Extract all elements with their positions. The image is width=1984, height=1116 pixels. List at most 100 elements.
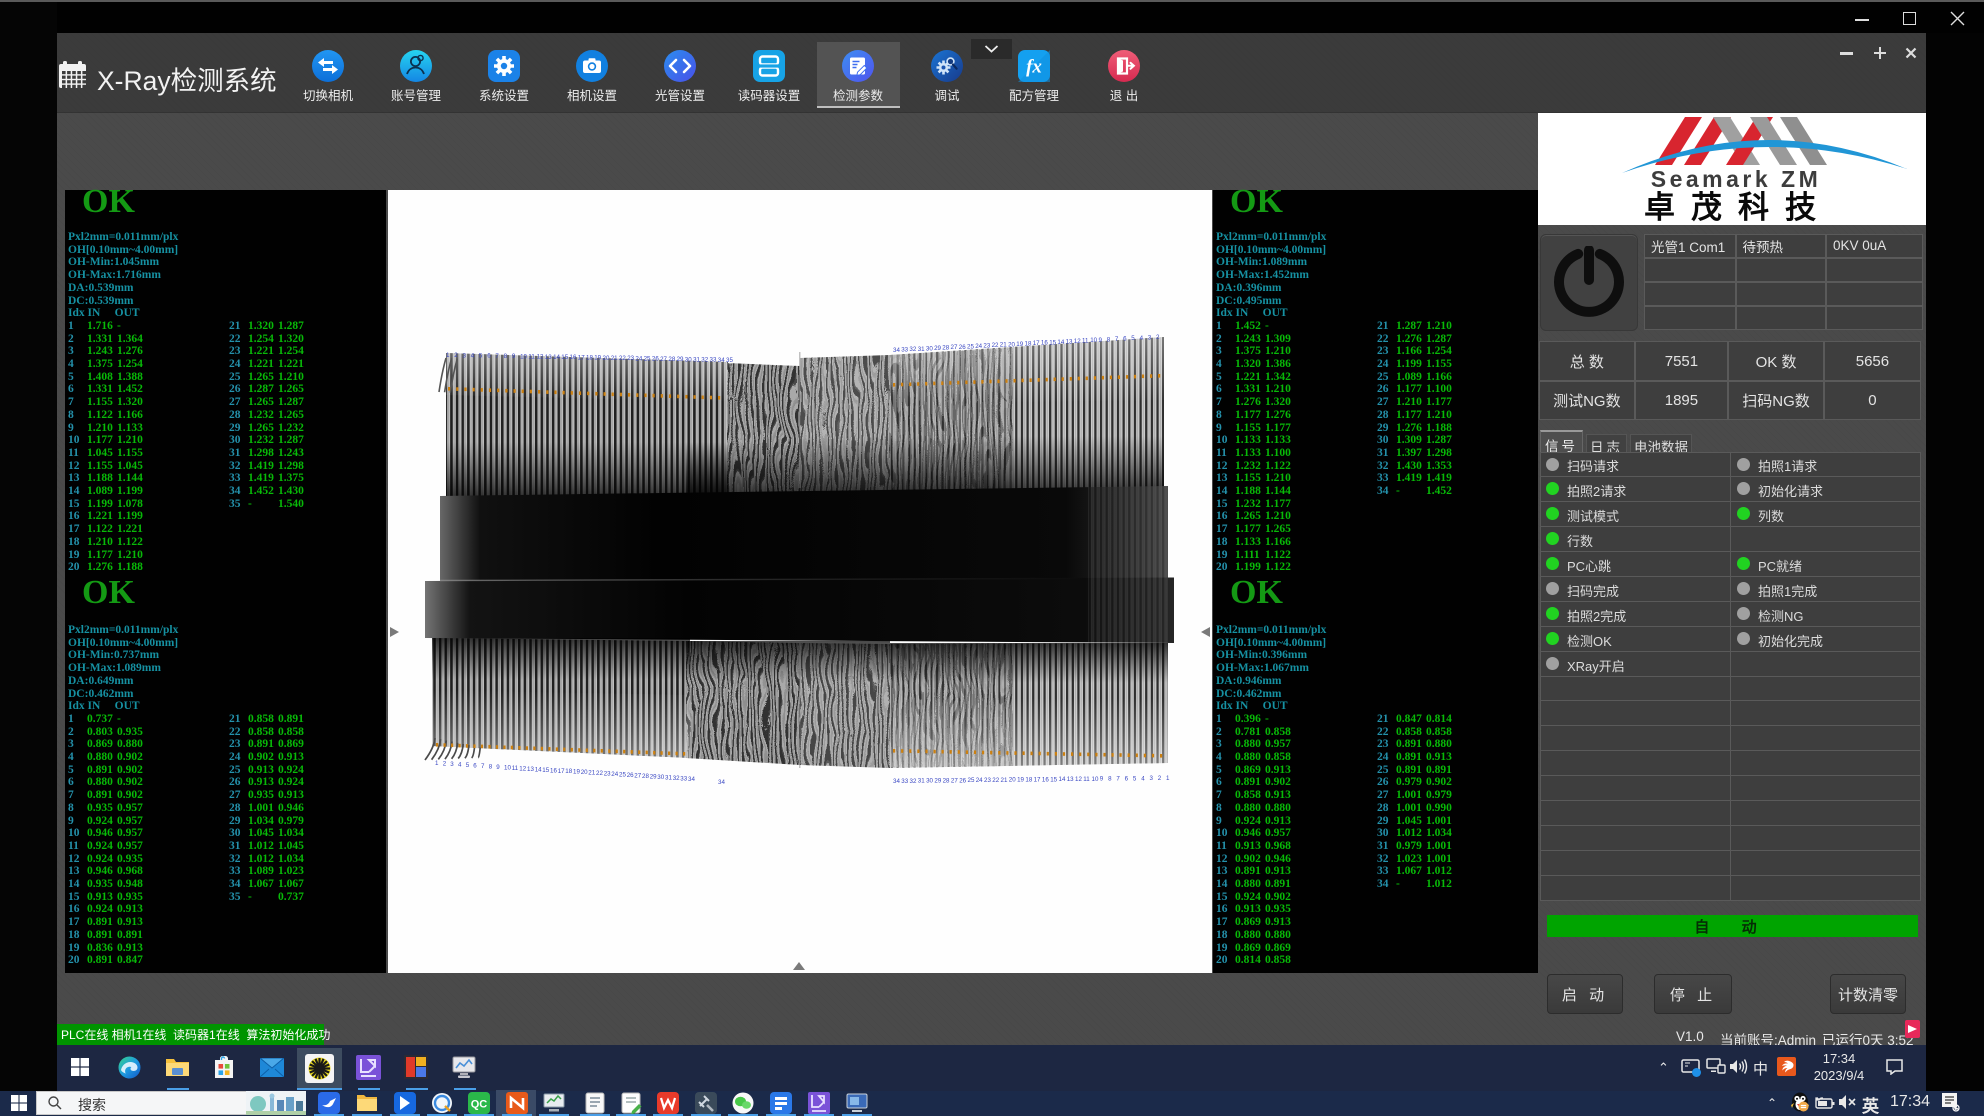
svg-text:11: 11 xyxy=(528,354,535,361)
svg-text:5: 5 xyxy=(479,353,483,360)
svg-text:2: 2 xyxy=(1156,334,1160,341)
svg-text:32: 32 xyxy=(701,357,708,364)
svg-text:13: 13 xyxy=(1067,776,1074,783)
svg-text:15: 15 xyxy=(561,354,568,361)
svg-text:16: 16 xyxy=(570,354,577,361)
svg-text:22: 22 xyxy=(596,770,603,777)
svg-text:27: 27 xyxy=(634,773,641,780)
svg-text:18: 18 xyxy=(565,768,572,775)
svg-text:33: 33 xyxy=(680,776,687,783)
svg-text:25: 25 xyxy=(967,343,974,350)
svg-text:33: 33 xyxy=(901,778,908,785)
svg-text:32: 32 xyxy=(909,346,916,353)
svg-text:9: 9 xyxy=(1100,776,1104,783)
svg-text:26: 26 xyxy=(959,777,966,784)
svg-text:8: 8 xyxy=(1108,776,1112,783)
svg-text:QC: QC xyxy=(471,1099,488,1111)
svg-text:20: 20 xyxy=(1009,777,1016,784)
svg-text:25: 25 xyxy=(644,356,651,363)
svg-text:31: 31 xyxy=(918,778,925,785)
svg-text:9: 9 xyxy=(1099,337,1103,344)
svg-text:32: 32 xyxy=(673,775,680,782)
svg-text:11: 11 xyxy=(1083,776,1090,783)
svg-text:28: 28 xyxy=(642,773,649,780)
svg-text:5: 5 xyxy=(1133,775,1137,782)
svg-text:15: 15 xyxy=(1050,776,1057,783)
svg-text:31: 31 xyxy=(693,356,700,363)
svg-text:7: 7 xyxy=(495,353,499,360)
svg-text:9: 9 xyxy=(512,353,516,360)
svg-text:fx: fx xyxy=(1026,57,1042,78)
svg-text:26: 26 xyxy=(959,344,966,351)
svg-text:17: 17 xyxy=(1034,777,1041,784)
svg-text:23: 23 xyxy=(984,777,991,784)
svg-text:33: 33 xyxy=(901,347,908,354)
svg-text:1: 1 xyxy=(446,352,450,359)
svg-text:15: 15 xyxy=(542,767,549,774)
svg-text:27: 27 xyxy=(951,344,958,351)
svg-text:25: 25 xyxy=(968,777,975,784)
svg-text:31: 31 xyxy=(918,346,925,353)
svg-text:12: 12 xyxy=(1074,338,1081,345)
svg-text:22: 22 xyxy=(992,342,999,349)
svg-text:16: 16 xyxy=(1042,776,1049,783)
svg-text:6: 6 xyxy=(1123,336,1127,343)
svg-text:2: 2 xyxy=(1158,775,1162,782)
svg-text:21: 21 xyxy=(1000,342,1007,349)
svg-text:16: 16 xyxy=(1041,340,1048,347)
svg-text:18: 18 xyxy=(1025,777,1032,784)
svg-text:14: 14 xyxy=(1057,339,1064,346)
svg-text:11: 11 xyxy=(512,765,519,772)
svg-text:22: 22 xyxy=(619,355,626,362)
svg-text:10: 10 xyxy=(1090,337,1097,344)
svg-text:30: 30 xyxy=(926,778,933,785)
svg-text:26: 26 xyxy=(652,356,659,363)
svg-text:7: 7 xyxy=(1116,776,1120,783)
svg-text:8: 8 xyxy=(504,353,508,360)
svg-text:23: 23 xyxy=(983,343,990,350)
svg-text:30: 30 xyxy=(657,774,664,781)
svg-text:14: 14 xyxy=(535,766,542,773)
svg-text:34: 34 xyxy=(893,778,900,785)
svg-text:17: 17 xyxy=(578,354,585,361)
svg-text:18: 18 xyxy=(1025,341,1032,348)
svg-text:13: 13 xyxy=(545,354,552,361)
svg-text:28: 28 xyxy=(942,345,949,352)
svg-text:8: 8 xyxy=(1107,336,1111,343)
svg-text:12: 12 xyxy=(1075,776,1082,783)
svg-text:3: 3 xyxy=(450,761,454,768)
svg-text:13: 13 xyxy=(527,766,534,773)
svg-text:2: 2 xyxy=(454,352,458,359)
svg-text:27: 27 xyxy=(951,777,958,784)
svg-text:17: 17 xyxy=(558,768,565,775)
svg-text:24: 24 xyxy=(976,777,983,784)
svg-text:11: 11 xyxy=(1082,338,1089,345)
svg-text:1: 1 xyxy=(435,760,439,767)
svg-text:8: 8 xyxy=(489,763,493,770)
svg-text:12: 12 xyxy=(519,765,526,772)
svg-text:27: 27 xyxy=(660,356,667,363)
svg-text:30: 30 xyxy=(926,345,933,352)
svg-text:4: 4 xyxy=(1141,775,1145,782)
svg-text:5: 5 xyxy=(466,762,470,769)
svg-text:12: 12 xyxy=(537,354,544,361)
svg-text:24: 24 xyxy=(975,343,982,350)
svg-text:21: 21 xyxy=(1001,777,1008,784)
svg-text:13: 13 xyxy=(1066,339,1073,346)
svg-text:10: 10 xyxy=(504,764,511,771)
svg-text:33: 33 xyxy=(710,357,717,364)
svg-text:15: 15 xyxy=(1049,339,1056,346)
svg-text:20: 20 xyxy=(603,355,610,362)
svg-text:4: 4 xyxy=(471,352,475,359)
svg-text:25: 25 xyxy=(619,772,626,779)
svg-text:23: 23 xyxy=(627,355,634,362)
svg-text:19: 19 xyxy=(573,769,580,776)
svg-text:10: 10 xyxy=(1092,776,1099,783)
svg-text:26: 26 xyxy=(627,772,634,779)
svg-text:4: 4 xyxy=(458,762,462,769)
svg-text:19: 19 xyxy=(1016,341,1023,348)
svg-text:22: 22 xyxy=(992,777,999,784)
svg-text:29: 29 xyxy=(934,778,941,785)
svg-text:卓茂科技: 卓茂科技 xyxy=(1644,190,1832,225)
svg-text:20: 20 xyxy=(1008,341,1015,348)
